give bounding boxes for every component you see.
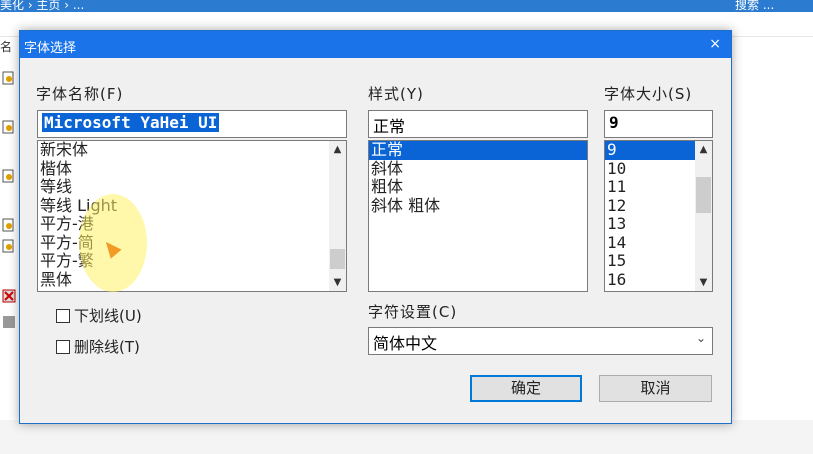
style-input[interactable]: 正常 — [368, 110, 588, 138]
style-label: 样式(Y) — [368, 85, 424, 103]
list-item[interactable]: 平方-繁 — [38, 252, 346, 271]
breadcrumb[interactable]: 美化 › 主页 › ... — [0, 0, 84, 12]
size-label: 字体大小(S) — [604, 85, 693, 103]
font-list-scrollbar[interactable]: ▲ ▼ — [329, 141, 346, 291]
underline-checkbox-box[interactable] — [56, 308, 70, 323]
scroll-down-icon[interactable]: ▼ — [695, 274, 712, 291]
chevron-down-icon[interactable]: ⌄ — [696, 331, 706, 345]
charset-select[interactable]: 简体中文 ⌄ — [368, 327, 713, 355]
scroll-up-icon[interactable]: ▲ — [329, 141, 346, 158]
size-list[interactable]: 9 10 11 12 13 14 15 16 ▲ ▼ — [604, 140, 713, 292]
list-item[interactable]: 斜体 粗体 — [369, 196, 587, 216]
file-icon[interactable] — [1, 217, 17, 233]
dialog-title-bar[interactable]: 字体选择 × — [20, 31, 731, 58]
list-item[interactable]: 等线 — [38, 178, 346, 197]
underline-checkbox[interactable]: 下划线(U) — [56, 305, 142, 326]
file-icon[interactable] — [1, 70, 17, 86]
strikeout-checkbox[interactable]: 删除线(T) — [56, 336, 140, 357]
scroll-up-icon[interactable]: ▲ — [695, 141, 712, 158]
dialog-title: 字体选择 — [24, 41, 77, 56]
font-name-input[interactable]: Microsoft YaHei UI — [37, 110, 347, 138]
list-item[interactable]: 平方-港 — [38, 215, 346, 234]
list-item[interactable]: 斜体 — [369, 159, 587, 179]
file-icon[interactable] — [1, 119, 17, 135]
list-item[interactable]: 新宋体 — [38, 141, 346, 160]
list-item[interactable]: 黑体 — [38, 270, 346, 290]
font-name-items: 新宋体 楷体 等线 等线 Light 平方-港 平方-简 平方-繁 黑体 — [38, 141, 346, 289]
scroll-thumb[interactable] — [330, 249, 345, 269]
explorer-status-area — [0, 420, 813, 454]
style-list[interactable]: 正常 斜体 粗体 斜体 粗体 — [368, 140, 588, 292]
font-dialog: 字体选择 × 字体名称(F) Microsoft YaHei UI 新宋体 楷体等… — [19, 30, 732, 424]
list-item[interactable]: 楷体 — [38, 159, 346, 179]
list-item[interactable]: 等线 Light — [38, 196, 346, 216]
app-icon[interactable] — [1, 288, 17, 304]
list-item[interactable]: 平方-简 — [38, 233, 346, 253]
charset-label: 字符设置(C) — [368, 303, 458, 321]
search-box-fragment[interactable]: 搜索 ... — [735, 0, 774, 12]
font-name-list[interactable]: 新宋体 楷体 等线 等线 Light 平方-港 平方-简 平方-繁 黑体 ▲ ▼ — [37, 140, 347, 292]
font-name-value: Microsoft YaHei UI — [42, 113, 220, 132]
strikeout-checkbox-box[interactable] — [56, 339, 70, 354]
list-item[interactable]: 正常 — [369, 141, 587, 160]
style-items: 正常 斜体 粗体 斜体 粗体 — [369, 141, 587, 215]
name-column-header[interactable]: 名 — [0, 38, 12, 55]
underline-label: 下划线(U) — [74, 307, 142, 325]
size-input[interactable]: 9 — [604, 110, 713, 138]
cancel-button[interactable]: 取消 — [599, 375, 712, 402]
list-item[interactable]: 粗体 — [369, 178, 587, 197]
strikeout-label: 删除线(T) — [74, 338, 140, 356]
scroll-down-icon[interactable]: ▼ — [329, 274, 346, 291]
explorer-address-bar: 美化 › 主页 › ... 搜索 ... — [0, 0, 813, 12]
font-name-label: 字体名称(F) — [36, 85, 124, 103]
file-icon[interactable] — [1, 238, 17, 254]
charset-value: 简体中文 — [373, 334, 438, 353]
ok-button[interactable]: 确定 — [470, 375, 582, 402]
close-icon[interactable]: × — [709, 36, 721, 52]
size-list-scrollbar[interactable]: ▲ ▼ — [695, 141, 712, 291]
file-icon[interactable] — [1, 314, 17, 330]
file-icon[interactable] — [1, 168, 17, 184]
scroll-thumb[interactable] — [696, 177, 711, 213]
